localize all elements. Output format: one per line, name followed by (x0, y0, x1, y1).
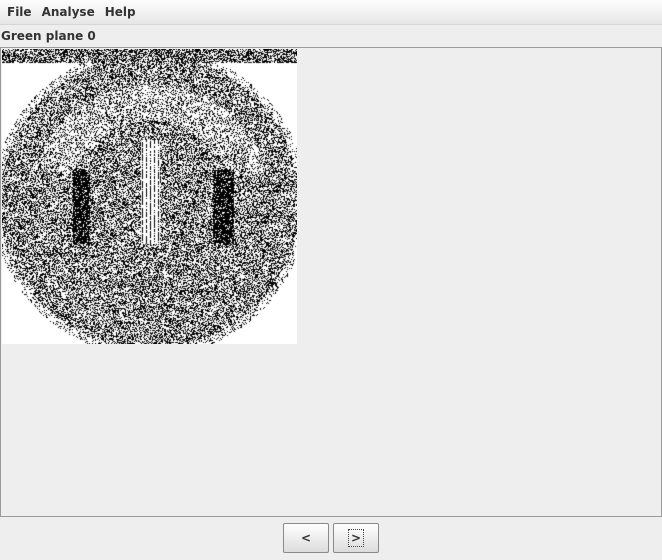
menu-bar: File Analyse Help (0, 0, 662, 25)
menu-help[interactable]: Help (100, 0, 141, 25)
next-button[interactable]: > (333, 523, 379, 553)
panel-title: Green plane 0 (1, 29, 96, 43)
previous-button-label: < (300, 531, 312, 545)
menu-file[interactable]: File (2, 0, 37, 25)
menu-analyse[interactable]: Analyse (37, 0, 100, 25)
next-button-label: > (347, 529, 365, 547)
bit-plane-image (2, 49, 297, 344)
previous-button[interactable]: < (283, 523, 329, 553)
image-view-area (0, 47, 662, 517)
